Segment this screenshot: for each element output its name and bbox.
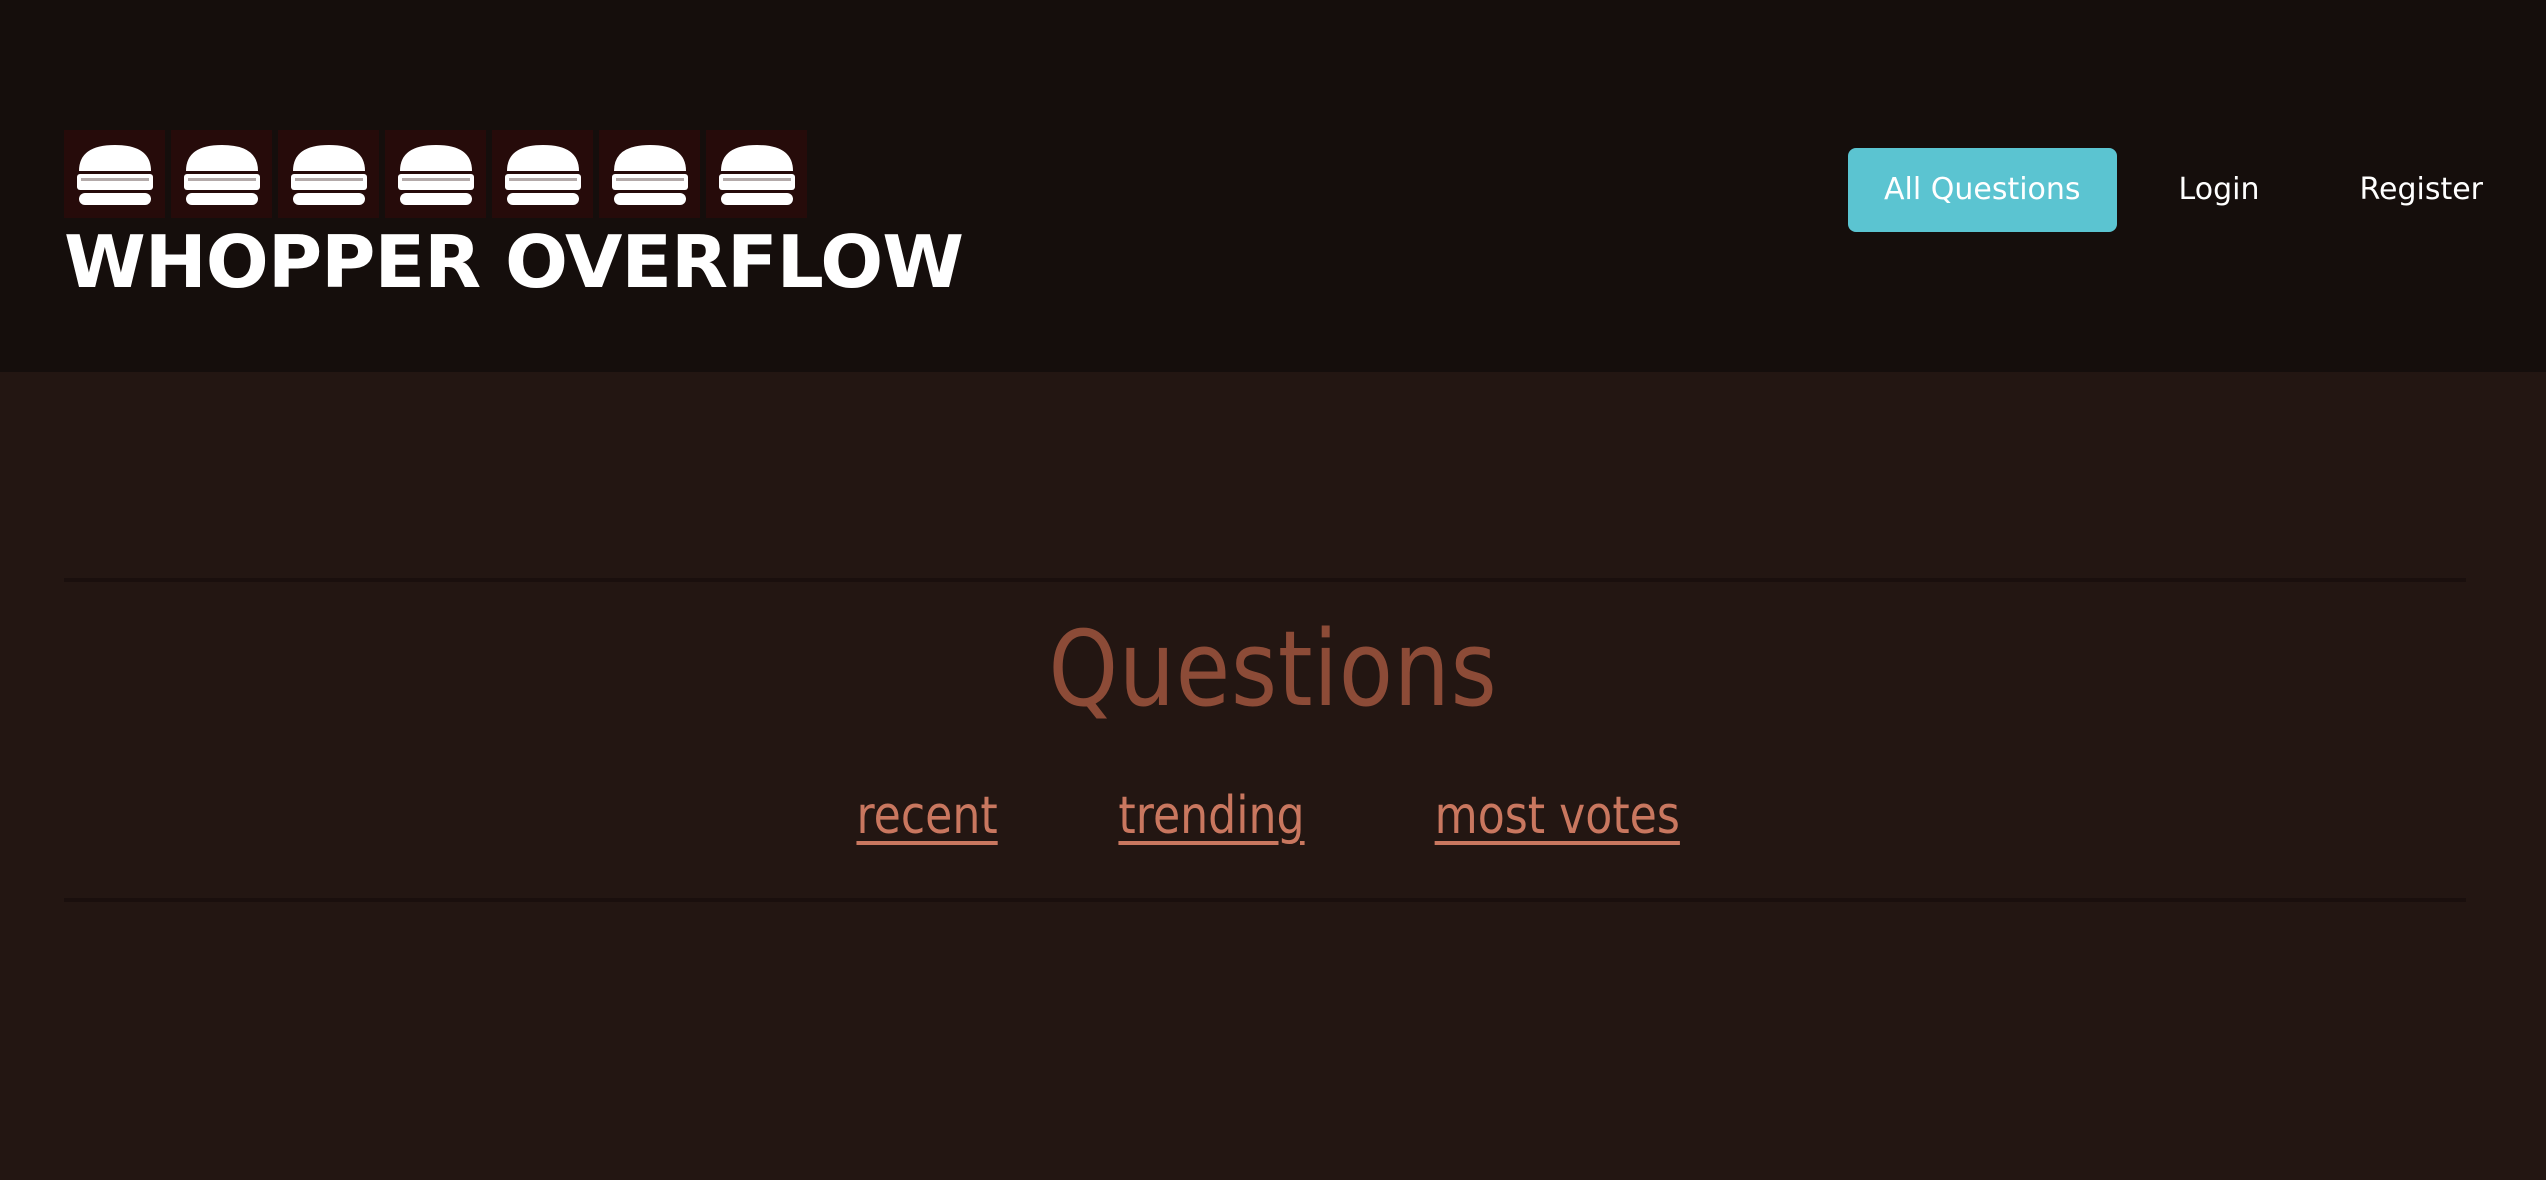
nav-login-link[interactable]: Login [2143, 148, 2296, 232]
site-logo[interactable]: WHOPPER OVERFLOW [64, 130, 964, 310]
nav-all-questions-button[interactable]: All Questions [1848, 148, 2117, 232]
site-header: WHOPPER OVERFLOW All Questions Login Reg… [0, 0, 2546, 372]
main-nav: All Questions Login Register [1848, 148, 2519, 232]
sort-recent-link[interactable]: recent [857, 786, 998, 846]
burger-icon [171, 130, 272, 218]
logo-text: WHOPPER OVERFLOW [64, 220, 964, 304]
page-title: Questions [1048, 608, 1498, 730]
divider-top [64, 578, 2466, 582]
burger-icon [278, 130, 379, 218]
burger-icon-row [64, 130, 807, 218]
burger-icon [64, 130, 165, 218]
sort-trending-link[interactable]: trending [1119, 786, 1305, 846]
burger-icon [599, 130, 700, 218]
divider-bottom [64, 898, 2466, 902]
sort-links: recent trending most votes [0, 786, 2546, 846]
burger-icon [706, 130, 807, 218]
nav-register-link[interactable]: Register [2323, 148, 2519, 232]
burger-icon [385, 130, 486, 218]
burger-icon [492, 130, 593, 218]
sort-most-votes-link[interactable]: most votes [1435, 786, 1680, 846]
